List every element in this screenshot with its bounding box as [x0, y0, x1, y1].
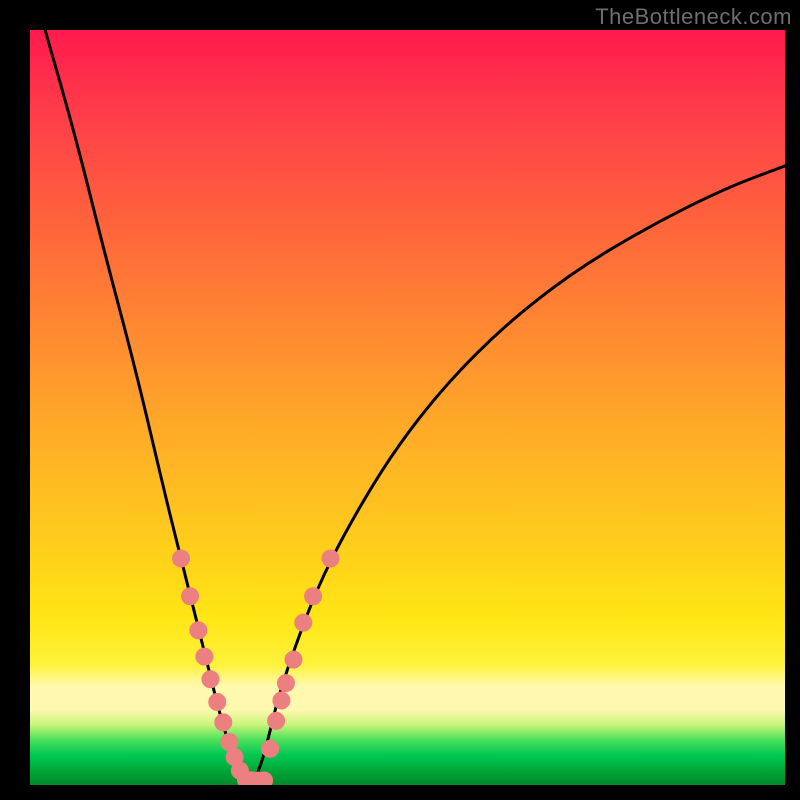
plot-area	[30, 30, 785, 785]
marker-point	[190, 622, 207, 639]
marker-point	[262, 740, 279, 757]
curve-lines	[45, 30, 785, 785]
marker-point	[322, 550, 339, 567]
marker-point	[268, 712, 285, 729]
watermark-text: TheBottleneck.com	[595, 4, 792, 30]
marker-point	[221, 733, 238, 750]
marker-point	[285, 651, 302, 668]
marker-point	[202, 671, 219, 688]
marker-point	[196, 648, 213, 665]
marker-point	[277, 675, 294, 692]
marker-point	[305, 588, 322, 605]
curve-right-arm	[253, 166, 785, 785]
marker-point	[209, 693, 226, 710]
marker-point	[273, 692, 290, 709]
chart-container: TheBottleneck.com	[0, 0, 800, 800]
curve-left-arm	[45, 30, 247, 785]
marker-point	[295, 614, 312, 631]
chart-svg	[30, 30, 785, 785]
marker-point	[182, 588, 199, 605]
marker-point	[256, 772, 273, 785]
marker-point	[173, 550, 190, 567]
marker-point	[215, 714, 232, 731]
data-markers	[173, 550, 339, 785]
